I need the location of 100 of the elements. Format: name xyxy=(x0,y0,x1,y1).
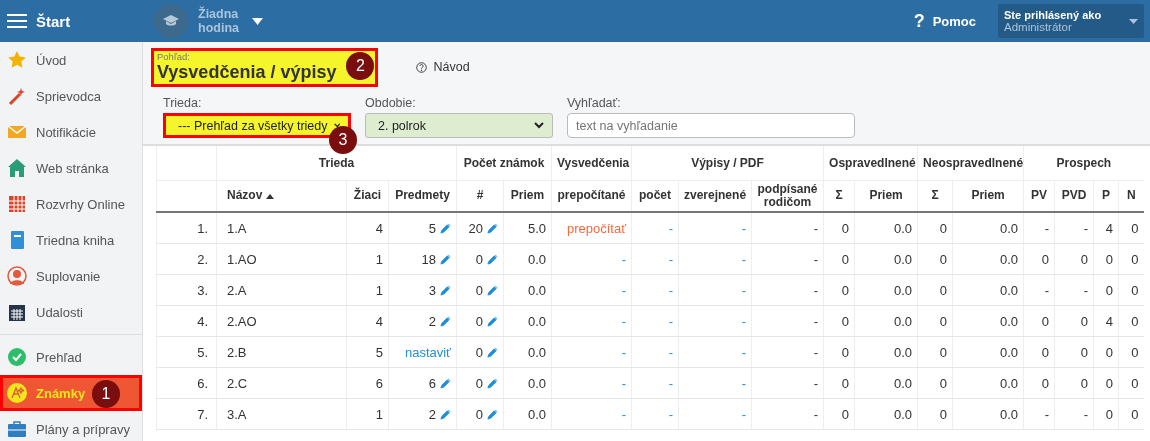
table-cell: 0.0 xyxy=(894,220,913,236)
link[interactable]: - xyxy=(668,313,673,329)
column-header[interactable]: Názov xyxy=(227,189,275,203)
table-cell: 0 xyxy=(841,282,850,298)
row-number: 4. xyxy=(197,313,208,329)
callout-number: 2 xyxy=(346,51,375,80)
column-header: N xyxy=(1127,188,1136,203)
link[interactable]: - xyxy=(668,282,673,298)
sidebar-item[interactable]: Plány a prípravy xyxy=(0,411,142,441)
table-cell: 2 xyxy=(428,406,436,422)
table-cell: 0 xyxy=(939,313,948,329)
briefcase-icon xyxy=(7,419,27,439)
magic-wand-icon xyxy=(7,86,27,106)
lesson-selector[interactable]: Žiadna hodina xyxy=(198,6,246,36)
table-cell: 0.0 xyxy=(894,406,913,422)
house-icon xyxy=(7,158,27,178)
menu-icon[interactable] xyxy=(7,13,27,29)
row-number: 7. xyxy=(197,406,208,422)
table-cell: - xyxy=(1083,406,1089,422)
table-cell: 2.AO xyxy=(227,313,257,329)
link[interactable]: - xyxy=(741,344,746,360)
pencil-icon[interactable] xyxy=(487,346,498,358)
pencil-icon[interactable] xyxy=(440,284,451,296)
table-cell: 1.AO xyxy=(227,251,257,267)
pencil-icon[interactable] xyxy=(487,222,498,234)
link[interactable]: - xyxy=(621,344,626,360)
calendar-icon xyxy=(7,302,27,322)
select-field[interactable]: 2. polrok xyxy=(365,113,553,138)
guide-link[interactable]: Návod xyxy=(433,60,470,74)
pencil-icon[interactable] xyxy=(487,315,498,327)
pencil-icon[interactable] xyxy=(487,377,498,389)
table-cell: 0 xyxy=(841,375,850,391)
link[interactable]: - xyxy=(741,375,746,391)
table-cell: 0.0 xyxy=(894,375,913,391)
caret-icon[interactable] xyxy=(252,17,263,25)
recalculate-link[interactable]: prepočítať xyxy=(566,220,626,236)
table-cell: 0.0 xyxy=(1000,313,1019,329)
sidebar-item[interactable]: Notifikácie xyxy=(0,114,142,150)
link[interactable]: - xyxy=(621,406,626,422)
link[interactable]: nastaviť xyxy=(404,344,451,360)
link[interactable]: - xyxy=(741,406,746,422)
caret-icon xyxy=(1129,18,1138,24)
link[interactable]: - xyxy=(621,251,626,267)
table-cell: 0 xyxy=(841,344,850,360)
field-label: Vyhľadať: xyxy=(567,96,622,110)
search-field[interactable]: text na vyhľadanie xyxy=(567,113,855,138)
sidebar-item[interactable]: Triedna kniha xyxy=(0,222,142,258)
pencil-icon[interactable] xyxy=(440,377,451,389)
help-button[interactable]: ? Pomoc xyxy=(913,10,976,32)
table-cell: 0 xyxy=(1131,406,1139,422)
pencil-icon[interactable] xyxy=(487,284,498,296)
star-icon xyxy=(7,50,27,70)
user-menu[interactable]: Ste prihlásený ako Administrátor xyxy=(998,4,1144,38)
column-header: podpísané rodičom xyxy=(757,181,818,209)
link[interactable]: - xyxy=(621,313,626,329)
column-header: prepočítané xyxy=(557,188,626,203)
table-cell: 4 xyxy=(1105,220,1114,236)
sidebar-item[interactable]: Úvod xyxy=(0,42,142,78)
link[interactable]: - xyxy=(668,406,673,422)
table-cell: 0.0 xyxy=(527,375,546,391)
table-cell: - xyxy=(1044,282,1050,298)
pencil-icon[interactable] xyxy=(487,408,498,420)
link[interactable]: - xyxy=(741,313,746,329)
table-cell: 2.B xyxy=(227,344,247,360)
pencil-icon[interactable] xyxy=(440,253,451,265)
sidebar-item[interactable]: Suplovanie xyxy=(0,258,142,294)
app-title[interactable]: Štart xyxy=(36,12,71,30)
link[interactable]: - xyxy=(741,251,746,267)
link[interactable]: - xyxy=(668,220,673,236)
column-header: Σ xyxy=(931,188,939,203)
table-cell: 4 xyxy=(375,313,383,329)
link[interactable]: - xyxy=(668,344,673,360)
table-cell: 0 xyxy=(1105,375,1114,391)
link[interactable]: - xyxy=(621,375,626,391)
table-cell: 0 xyxy=(1041,251,1050,267)
link[interactable]: - xyxy=(668,251,673,267)
column-header: PVD xyxy=(1061,188,1087,203)
table-cell: 0 xyxy=(1131,282,1139,298)
table-cell: 1 xyxy=(375,282,383,298)
sidebar-item[interactable]: Web stránka xyxy=(0,150,142,186)
table-cell: 0 xyxy=(475,406,483,422)
link[interactable]: - xyxy=(668,375,673,391)
sidebar-item[interactable]: Prehľad xyxy=(0,339,142,375)
column-header: Σ xyxy=(835,188,843,203)
column-header: PV xyxy=(1031,188,1048,203)
sidebar-item[interactable]: Známky 1 xyxy=(0,375,142,411)
pencil-icon[interactable] xyxy=(440,408,451,420)
sidebar-item[interactable]: Sprievodca xyxy=(0,78,142,114)
table-cell: - xyxy=(1044,406,1050,422)
pencil-icon[interactable] xyxy=(487,253,498,265)
table-cell: 0 xyxy=(841,251,850,267)
pencil-icon[interactable] xyxy=(440,315,451,327)
sidebar-item[interactable]: Udalosti xyxy=(0,294,142,330)
view-title: Vysvedčenia / výpisy xyxy=(157,61,337,83)
link[interactable]: - xyxy=(741,282,746,298)
table-cell: - xyxy=(813,313,819,329)
pencil-icon[interactable] xyxy=(440,222,451,234)
link[interactable]: - xyxy=(741,220,746,236)
sidebar-item[interactable]: Rozvrhy Online xyxy=(0,186,142,222)
link[interactable]: - xyxy=(621,282,626,298)
